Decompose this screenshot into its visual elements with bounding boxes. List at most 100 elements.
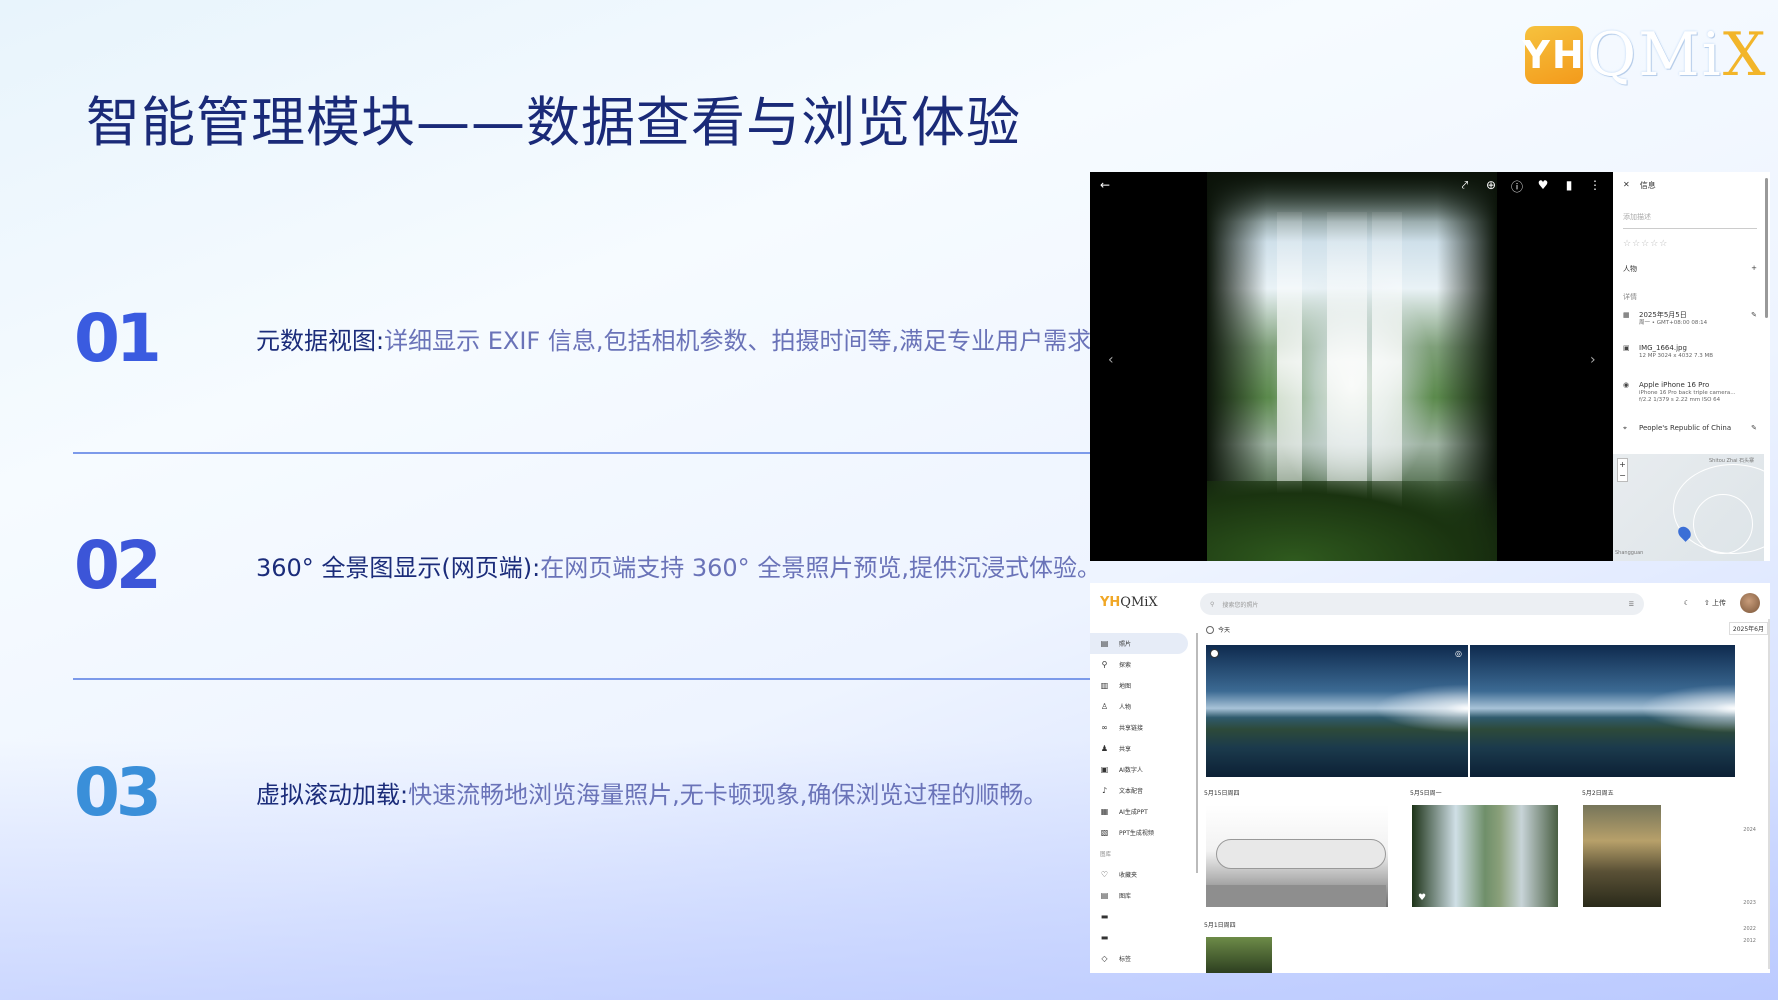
search-icon: ⚲ <box>1101 660 1108 669</box>
heart-icon: ♡ <box>1100 870 1109 879</box>
edit-icon[interactable]: ✎ <box>1751 311 1757 327</box>
upload-button[interactable]: ⇧ 上传 <box>1704 598 1726 608</box>
date-group-label: 5月5日周一 <box>1410 790 1442 797</box>
description-input[interactable]: 添加描述 <box>1623 212 1757 229</box>
map-label: Shitou Zhai 石头寨 <box>1709 458 1755 464</box>
sidebar-item-label: 共享 <box>1119 746 1132 753</box>
sidebar-item-tags[interactable]: ◇ 标签 <box>1090 948 1198 969</box>
sidebar-item-sharing[interactable]: ♟ 共享 <box>1090 738 1198 759</box>
people-row: 人物 + <box>1623 264 1757 274</box>
feature-key: 360° 全景图显示(网页端): <box>256 554 541 582</box>
sidebar-item-album-1[interactable]: ▬ <box>1090 906 1198 927</box>
sidebar-item-explore[interactable]: ⚲ 探索 <box>1090 654 1198 675</box>
feature-item-01: 01 元数据视图:详细显示 EXIF 信息,包括相机参数、拍摄时间等,满足专业用… <box>74 300 1115 377</box>
sidebar-item-label: 探索 <box>1119 662 1132 669</box>
page-title: 智能管理模块——数据查看与浏览体验 <box>86 91 1021 154</box>
sidebar-item-map[interactable]: ▥ 地图 <box>1090 675 1198 696</box>
sidebar-item-tts[interactable]: ♪ 文本配音 <box>1090 780 1198 801</box>
divider <box>73 452 1090 454</box>
select-circle-icon[interactable] <box>1206 625 1214 634</box>
album-icon: ▤ <box>1100 891 1109 900</box>
sidebar-item-label: 图库 <box>1119 893 1132 900</box>
photos-icon: ▤ <box>1100 639 1109 648</box>
map-road <box>1693 494 1753 554</box>
timeline-year[interactable]: 2024 <box>1743 827 1756 833</box>
sidebar-item-album-2[interactable]: ▬ <box>1090 927 1198 948</box>
date-group-label: 5月1日周四 <box>1204 922 1236 929</box>
check-icon[interactable] <box>1210 649 1219 658</box>
timeline-year[interactable]: 2012 <box>1743 938 1756 944</box>
photo-thumbnail[interactable] <box>1206 805 1388 907</box>
photo-thumbnail[interactable] <box>1206 937 1272 973</box>
sidebar-item-ppt-video[interactable]: ▧ PPT生成视频 <box>1090 822 1198 843</box>
feature-value: 快速流畅地浏览海量照片,无卡顿现象,确保浏览过程的顺畅。 <box>408 781 1048 809</box>
photo-thumbnail[interactable] <box>1583 805 1661 907</box>
photo-thumbnail[interactable]: ♥ <box>1412 805 1558 907</box>
add-person-icon[interactable]: + <box>1751 264 1757 274</box>
feature-item-02: 02 360° 全景图显示(网页端):在网页端支持 360° 全景照片预览,提供… <box>74 527 1101 604</box>
location-row: ⌖ People's Republic of China ✎ <box>1623 424 1757 433</box>
timeline-year[interactable]: 2022 <box>1743 926 1756 932</box>
camera-text: Apple iPhone 16 Pro <box>1639 381 1710 389</box>
zoom-icon[interactable]: ⊕ <box>1485 178 1497 195</box>
map-label: Shangguan <box>1615 550 1644 556</box>
close-icon[interactable]: ✕ <box>1623 180 1630 191</box>
sidebar-item-shared-links[interactable]: ∞ 共享链接 <box>1090 717 1198 738</box>
date-group-label: 5月2日周五 <box>1582 790 1614 797</box>
share-icon[interactable]: ⤤ <box>1459 178 1471 195</box>
today-label: 今天 <box>1218 627 1231 634</box>
location-pin-icon: ⌖ <box>1623 424 1627 432</box>
feature-item-03: 03 虚拟滚动加载:快速流畅地浏览海量照片,无卡顿现象,确保浏览过程的顺畅。 <box>74 754 1047 831</box>
feature-number: 02 <box>74 527 162 604</box>
timeline-year[interactable]: 2023 <box>1743 900 1756 906</box>
next-arrow-icon[interactable]: › <box>1590 352 1596 368</box>
share-icon: ♟ <box>1100 744 1109 753</box>
sidebar-item-favorites[interactable]: ♡ 收藏夹 <box>1090 864 1198 885</box>
sidebar-item-label: 地图 <box>1119 683 1132 690</box>
feature-number: 01 <box>74 300 162 377</box>
search-input[interactable]: ⚲ 搜索您的照片 ☰ <box>1200 593 1644 615</box>
avatar[interactable] <box>1740 593 1760 613</box>
location-map[interactable]: + − Shitou Zhai 石头寨 Shangguan <box>1613 454 1764 561</box>
scrollbar[interactable] <box>1765 178 1768 318</box>
back-icon[interactable]: ← <box>1100 178 1110 192</box>
sidebar-item-photos[interactable]: ▤ 照片 <box>1090 633 1188 654</box>
viewer-actions: ⤤ ⊕ ⓘ ♥ ▮ ⋮ <box>1459 178 1601 195</box>
date-tag: 2025年6月 <box>1728 622 1768 635</box>
sidebar-item-label: AI数字人 <box>1119 767 1143 774</box>
sidebar-item-label: 照片 <box>1119 641 1132 648</box>
info-icon[interactable]: ⓘ <box>1511 178 1523 195</box>
delete-icon[interactable]: ▮ <box>1563 178 1575 195</box>
more-icon[interactable]: ⋮ <box>1589 178 1601 195</box>
rating-stars[interactable]: ☆☆☆☆☆ <box>1623 239 1668 249</box>
panorama-photo[interactable]: ◎ <box>1206 645 1468 777</box>
sidebar-scrollbar[interactable] <box>1196 633 1198 873</box>
map-zoom-control[interactable]: + − <box>1617 458 1628 482</box>
mic-icon: ♪ <box>1101 786 1108 795</box>
edit-icon[interactable]: ✎ <box>1751 424 1757 433</box>
prev-arrow-icon[interactable]: ‹ <box>1108 352 1114 368</box>
foliage <box>1207 481 1497 561</box>
filter-icon[interactable]: ☰ <box>1629 601 1634 608</box>
sidebar-item-library[interactable]: ▤ 图库 <box>1090 885 1198 906</box>
sidebar-section-library: 图库 <box>1100 851 1112 858</box>
panorama-photo[interactable] <box>1470 645 1735 777</box>
dark-mode-icon[interactable]: ☾ <box>1684 599 1690 607</box>
ppt-icon: ▦ <box>1100 807 1109 816</box>
heart-icon[interactable]: ♥ <box>1537 178 1549 195</box>
aperture-icon: ◉ <box>1623 381 1630 389</box>
calendar-icon: ▦ <box>1623 311 1630 319</box>
video-icon: ▧ <box>1100 828 1109 837</box>
date-sub: 周一 • GMT+08:00 08:14 <box>1639 319 1708 326</box>
info-header: ✕ 信息 <box>1623 180 1656 191</box>
waterfall-stream <box>1327 212 1367 512</box>
sidebar-item-ai-ppt[interactable]: ▦ AI生成PPT <box>1090 801 1198 822</box>
logo-text: QMi <box>1587 20 1723 90</box>
sidebar-item-people[interactable]: ♙ 人物 <box>1090 696 1198 717</box>
sidebar: ▤ 照片 ⚲ 探索 ▥ 地图 ♙ 人物 ∞ 共享链接 ♟ 共享 ▣ AI数字人 ♪ 文本配音 ▦… <box>1090 633 1198 969</box>
main-scrollbar[interactable] <box>1768 619 1770 969</box>
waterfall-stream <box>1277 212 1302 512</box>
map-icon: ▥ <box>1100 681 1109 690</box>
sidebar-item-ai-avatar[interactable]: ▣ AI数字人 <box>1090 759 1198 780</box>
logo-mark: YH <box>1522 26 1584 84</box>
